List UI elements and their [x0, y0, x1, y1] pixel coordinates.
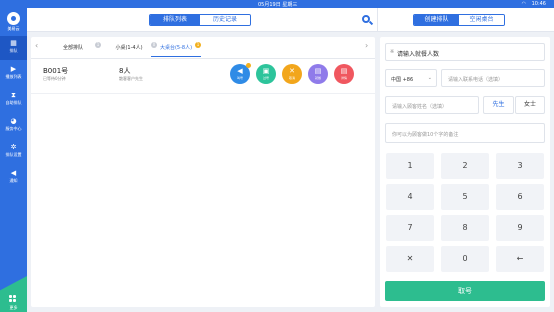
keypad-9[interactable]: 9 — [496, 215, 544, 241]
dine-button[interactable]: ▤ 就餐 — [308, 64, 328, 84]
sidebar-item-service[interactable]: ◕ 服务中心 — [0, 114, 27, 138]
status-date: 05月19日 星期三 — [258, 2, 298, 8]
tab-label: 大桌台(5-8人) — [159, 45, 193, 51]
dine-icon: ▤ — [314, 67, 322, 75]
keypad-7[interactable]: 7 — [386, 215, 434, 241]
tab-free-tables[interactable]: 空闲桌台 — [459, 15, 504, 25]
tab-queue-list[interactable]: 排队列表 — [150, 15, 200, 25]
keypad-6[interactable]: 6 — [496, 184, 544, 210]
detail-button[interactable]: ▤ 详情 — [334, 64, 354, 84]
country-code-value: 中国 +86 — [391, 77, 414, 83]
tab-create-queue[interactable]: 创建排队 — [414, 15, 459, 25]
phone-input[interactable]: 请输入联系电话（选填） — [441, 69, 545, 87]
name-input[interactable]: 请输入顾客姓名（选填） — [385, 96, 479, 114]
keypad-8[interactable]: 8 — [441, 215, 489, 241]
customer-name: 散客客户先生 — [119, 76, 143, 81]
party-size-placeholder: 请输入就餐人数 — [397, 51, 440, 58]
sidebar-item-label: 通知 — [9, 178, 18, 183]
service-icon: ◕ — [10, 117, 17, 125]
keypad-5[interactable]: 5 — [441, 184, 489, 210]
gender-female-toggle[interactable]: 女士 — [515, 96, 545, 114]
cancel-button[interactable]: ✕ 取消 — [282, 64, 302, 84]
action-label: 取消 — [288, 76, 295, 80]
queue-icon: ▦ — [10, 39, 17, 47]
store-profile[interactable]: 美易云 — [0, 10, 27, 32]
tab-all-queue[interactable]: 全部排队 1 — [45, 40, 101, 57]
header: 排队列表 历史记录 创建排队 空闲桌台 — [27, 8, 554, 32]
sidebar-item-settings[interactable]: ✲ 排队设置 — [0, 140, 27, 164]
status-time: 10:46 — [531, 1, 546, 7]
note-placeholder: 你可以为顾客做10个字的备注 — [392, 132, 459, 138]
action-label: 就餐 — [314, 76, 321, 80]
keypad-1[interactable]: 1 — [386, 153, 434, 179]
queue-row[interactable]: B001号 已等待0分钟 8人 散客客户先生 ◀ 叫号 ▣ 过号 ✕ 取消 ▤ … — [31, 60, 375, 94]
tab-label: 全部排队 — [62, 45, 83, 51]
tab-small-table[interactable]: 小桌(1-4人) 0 — [101, 40, 157, 57]
avatar — [7, 12, 20, 25]
chevron-right-icon[interactable]: › — [365, 41, 368, 50]
keypad-3[interactable]: 3 — [496, 153, 544, 179]
skip-icon: ▣ — [262, 67, 270, 75]
country-code-select[interactable]: 中国 +86 ⌄ — [385, 69, 437, 87]
close-icon: ✕ — [289, 67, 295, 75]
party-size-input[interactable]: ※ 请输入就餐人数 — [385, 43, 545, 61]
action-label: 详情 — [340, 76, 347, 80]
tab-history[interactable]: 历史记录 — [200, 15, 250, 25]
sidebar-item-notify[interactable]: ◀ 通知 — [0, 166, 27, 190]
sidebar-item-label: 服务中心 — [5, 126, 22, 131]
sidebar-item-label: 排队设置 — [5, 152, 22, 157]
take-number-button[interactable]: 取号 — [385, 281, 545, 301]
keypad-4[interactable]: 4 — [386, 184, 434, 210]
sidebar-more[interactable]: 更多 — [0, 276, 27, 312]
tab-divider — [31, 58, 375, 59]
action-label: 过号 — [262, 76, 269, 80]
view-switch: 排队列表 历史记录 — [149, 14, 251, 26]
name-placeholder: 请输入顾客姓名（选填） — [392, 104, 448, 110]
create-queue-panel: ※ 请输入就餐人数 中国 +86 ⌄ 请输入联系电话（选填） 请输入顾客姓名（选… — [380, 37, 550, 307]
search-icon[interactable] — [361, 14, 374, 26]
grid-icon — [9, 295, 17, 303]
hourglass-icon: ⧗ — [11, 91, 16, 99]
sidebar: 美易云 ▦ 排队 ▶ 播放列表 ⧗ 自助排队 ◕ 服务中心 ✲ 排队设置 ◀ 通… — [0, 8, 27, 312]
store-name: 美易云 — [7, 26, 20, 31]
create-switch: 创建排队 空闲桌台 — [413, 14, 505, 26]
skip-button[interactable]: ▣ 过号 — [256, 64, 276, 84]
sidebar-item-label: 播放列表 — [5, 74, 22, 79]
sidebar-item-label: 自助排队 — [5, 100, 22, 105]
status-bar: 05月19日 星期三 ◠ 10:46 — [0, 0, 554, 8]
keypad-0[interactable]: 0 — [441, 246, 489, 272]
header-divider — [377, 8, 378, 32]
sidebar-more-label: 更多 — [9, 305, 18, 310]
sidebar-item-playlist[interactable]: ▶ 播放列表 — [0, 62, 27, 86]
speaker-icon: ◀ — [10, 169, 17, 177]
sidebar-item-queue[interactable]: ▦ 排队 — [0, 36, 27, 60]
action-label: 叫号 — [236, 76, 243, 80]
call-button[interactable]: ◀ 叫号 — [230, 63, 251, 84]
keypad-backspace[interactable]: ← — [496, 246, 544, 272]
chevron-down-icon: ⌄ — [427, 75, 432, 81]
queue-wait-time: 已等待0分钟 — [43, 76, 66, 81]
notification-dot — [246, 63, 251, 68]
wifi-icon: ◠ — [521, 1, 526, 7]
tab-label: 小桌(1-4人) — [115, 45, 143, 51]
party-size: 8人 — [119, 67, 131, 75]
keypad-2[interactable]: 2 — [441, 153, 489, 179]
phone-placeholder: 请输入联系电话（选填） — [448, 77, 504, 83]
queue-number: B001号 — [43, 67, 69, 75]
tab-large-table[interactable]: 大桌台(5-8人) 1 — [151, 40, 201, 57]
chevron-left-icon[interactable]: ‹ — [35, 41, 38, 50]
sidebar-item-self-queue[interactable]: ⧗ 自助排队 — [0, 88, 27, 112]
note-input[interactable]: 你可以为顾客做10个字的备注 — [385, 123, 545, 143]
keypad-clear[interactable]: ✕ — [386, 246, 434, 272]
settings-icon: ✲ — [10, 143, 17, 151]
queue-panel: ‹ 全部排队 1 小桌(1-4人) 0 大桌台(5-8人) 1 › B001号 … — [31, 37, 375, 307]
sidebar-item-label: 排队 — [9, 48, 18, 53]
playlist-icon: ▶ — [10, 65, 17, 73]
required-icon: ※ — [390, 49, 395, 55]
tab-badge: 1 — [195, 42, 201, 48]
gender-male-toggle[interactable]: 先生 — [483, 96, 514, 114]
document-icon: ▤ — [340, 67, 348, 75]
